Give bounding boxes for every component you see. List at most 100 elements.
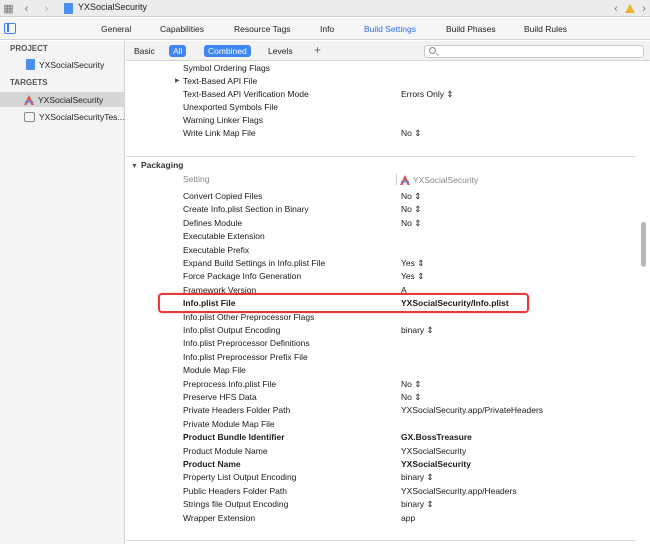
setting-row[interactable]: Text-Based API Verification Mode Errors …	[126, 89, 650, 102]
setting-value[interactable]: No ⇕	[401, 392, 421, 403]
target-item-label: YXSocialSecurity	[38, 94, 104, 105]
setting-row[interactable]: Symbol Ordering Flags	[126, 63, 650, 76]
next-issue-icon[interactable]: ›	[638, 0, 650, 17]
setting-row[interactable]: Public Headers Folder Path YXSocialSecuri…	[126, 486, 650, 499]
setting-value[interactable]: binary ⇕	[401, 472, 434, 483]
vertical-scrollbar[interactable]	[641, 222, 646, 267]
collapse-triangle-icon[interactable]: ▼	[131, 163, 138, 170]
setting-row[interactable]: Product Module Name YXSocialSecurity	[126, 446, 650, 459]
setting-row[interactable]: Property List Output Encoding binary ⇕	[126, 472, 650, 485]
setting-label: Module Map File	[183, 365, 246, 376]
target-item-app[interactable]: YXSocialSecurity	[0, 92, 125, 107]
packaging-section-header[interactable]: ▼ Packaging	[131, 160, 183, 170]
forward-arrow-icon[interactable]: ›	[40, 0, 53, 17]
setting-row[interactable]: Preprocess Info.plist File No ⇕	[126, 379, 650, 392]
warning-icon[interactable]	[624, 0, 636, 17]
setting-row[interactable]: Info.plist Other Preprocessor Flags	[126, 312, 650, 325]
setting-row[interactable]: Warning Linker Flags	[126, 115, 650, 128]
setting-value[interactable]: YXSocialSecurity	[401, 446, 466, 456]
setting-value[interactable]: No ⇕	[401, 191, 421, 202]
app-target-icon	[400, 174, 410, 185]
setting-row[interactable]: ▶ Text-Based API File	[126, 76, 650, 89]
setting-label: Defines Module	[183, 217, 243, 228]
setting-label: Private Module Map File	[183, 418, 275, 429]
sidebar-toggle-icon[interactable]	[4, 23, 16, 34]
tab-info[interactable]: Info	[320, 24, 334, 34]
setting-value[interactable]: app	[401, 513, 415, 523]
section-divider	[126, 540, 636, 541]
project-file-icon	[62, 0, 74, 17]
setting-label: Text-Based API File	[183, 76, 258, 86]
project-item[interactable]: YXSocialSecurity	[0, 57, 125, 72]
setting-label: Expand Build Settings in Info.plist File	[183, 258, 326, 268]
setting-row[interactable]: Product Bundle Identifier GX.BossTreasure	[126, 432, 650, 445]
setting-row[interactable]: Defines Module No ⇕	[126, 218, 650, 231]
setting-value[interactable]: binary ⇕	[401, 325, 434, 336]
setting-value[interactable]: No ⇕	[401, 128, 421, 139]
jump-bar-title[interactable]: YXSocialSecurity	[78, 2, 147, 12]
setting-label: Product Bundle Identifier	[183, 432, 285, 443]
tab-general[interactable]: General	[101, 24, 131, 34]
setting-value[interactable]: YXSocialSecurity	[401, 459, 471, 469]
filter-basic-button[interactable]: Basic	[130, 45, 159, 57]
setting-row[interactable]: Info.plist Output Encoding binary ⇕	[126, 325, 650, 338]
setting-value[interactable]: YXSocialSecurity.app/PrivateHeaders	[401, 405, 543, 415]
search-input[interactable]	[424, 45, 644, 58]
setting-label: Unexported Symbols File	[183, 102, 278, 112]
section-title-label: Packaging	[140, 160, 184, 170]
highlight-box	[158, 293, 529, 313]
project-navigator: PROJECT YXSocialSecurity TARGETS YXSocia…	[0, 41, 125, 544]
setting-row[interactable]: Strings file Output Encoding binary ⇕	[126, 499, 650, 512]
setting-value[interactable]: No ⇕	[401, 204, 421, 215]
setting-label: Info.plist Output Encoding	[183, 325, 281, 335]
tab-build-rules[interactable]: Build Rules	[524, 24, 567, 34]
disclosure-triangle-icon[interactable]: ▶	[175, 77, 180, 84]
setting-row[interactable]: Private Module Map File	[126, 419, 650, 432]
setting-row[interactable]: Force Package Info Generation Yes ⇕	[126, 271, 650, 284]
setting-row[interactable]: Info.plist Preprocessor Prefix File	[126, 352, 650, 365]
setting-value[interactable]: No ⇕	[401, 218, 421, 229]
setting-row[interactable]: Executable Prefix	[126, 245, 650, 258]
setting-row[interactable]: Expand Build Settings in Info.plist File…	[126, 258, 650, 271]
setting-row[interactable]: Convert Copied Files No ⇕	[126, 191, 650, 204]
back-arrow-icon[interactable]: ‹	[20, 0, 33, 17]
project-header: PROJECT	[10, 44, 48, 53]
setting-row[interactable]: Private Headers Folder Path YXSocialSecur…	[126, 405, 650, 418]
tab-build-phases[interactable]: Build Phases	[446, 24, 496, 34]
setting-column-label: Setting	[183, 174, 210, 184]
setting-row[interactable]: Info.plist Preprocessor Definitions	[126, 338, 650, 351]
setting-value[interactable]: YXSocialSecurity.app/Headers	[401, 486, 517, 496]
setting-label: Wrapper Extension	[183, 512, 256, 523]
setting-value[interactable]: binary ⇕	[401, 499, 434, 510]
setting-label: Private Headers Folder Path	[183, 405, 291, 416]
setting-value[interactable]: Yes ⇕	[401, 258, 424, 269]
setting-value[interactable]: Errors Only ⇕	[401, 89, 453, 100]
tab-build-settings[interactable]: Build Settings	[364, 24, 416, 34]
setting-label: Executable Prefix	[183, 244, 250, 255]
tab-resource-tags[interactable]: Resource Tags	[234, 24, 291, 34]
setting-row[interactable]: Unexported Symbols File	[126, 102, 650, 115]
tab-capabilities[interactable]: Capabilities	[160, 24, 204, 34]
search-icon	[429, 47, 436, 54]
filter-all-button[interactable]: All	[169, 45, 187, 57]
setting-row[interactable]: Write Link Map File No ⇕	[126, 128, 650, 141]
setting-row[interactable]: Product Name YXSocialSecurity	[126, 459, 650, 472]
setting-label: Strings file Output Encoding	[183, 499, 289, 510]
related-items-icon[interactable]: ▦	[2, 0, 15, 17]
setting-label: Preserve HFS Data	[183, 392, 257, 402]
add-build-setting-button[interactable]: +	[314, 43, 321, 57]
setting-value[interactable]: Yes ⇕	[401, 271, 424, 282]
filter-combined-button[interactable]: Combined	[204, 45, 251, 57]
setting-row[interactable]: Executable Extension	[126, 231, 650, 244]
setting-label: Preprocess Info.plist File	[183, 378, 277, 389]
target-item-tests[interactable]: YXSocialSecurityTes...	[0, 109, 125, 124]
setting-row[interactable]: Preserve HFS Data No ⇕	[126, 392, 650, 405]
setting-value[interactable]: GX.BossTreasure	[401, 432, 472, 442]
setting-row[interactable]: Wrapper Extension app	[126, 513, 650, 526]
previous-issue-icon[interactable]: ‹	[610, 0, 622, 17]
setting-row[interactable]: Module Map File	[126, 365, 650, 378]
filter-levels-button[interactable]: Levels	[264, 45, 297, 57]
setting-row[interactable]: Create Info.plist Section in Binary No ⇕	[126, 204, 650, 217]
target-column-label: YXSocialSecurity	[413, 174, 479, 185]
setting-value[interactable]: No ⇕	[401, 379, 421, 390]
